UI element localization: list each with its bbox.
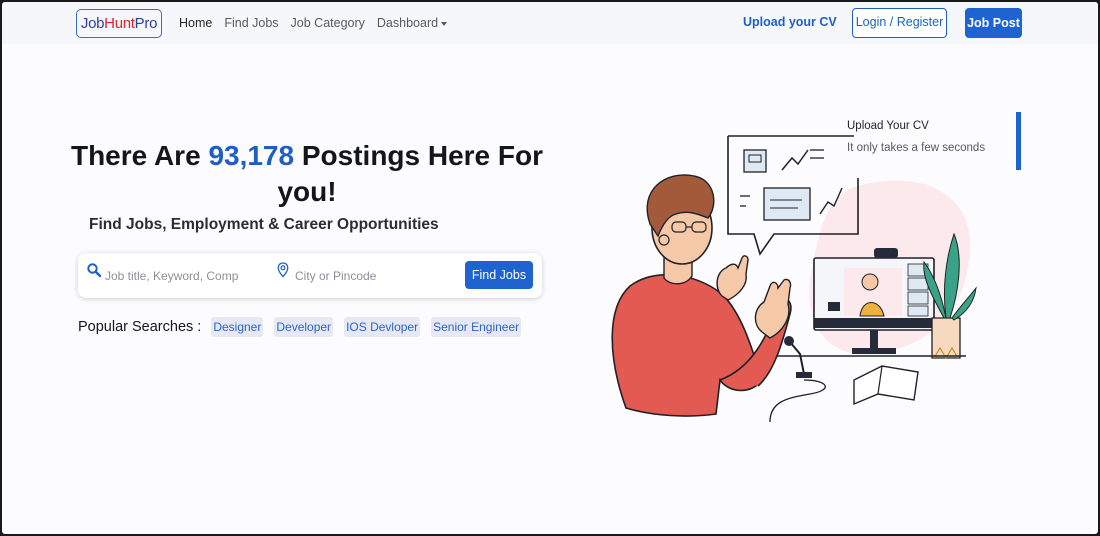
search-icon	[87, 263, 101, 277]
popular-tag-senior-engineer[interactable]: Senior Engineer	[431, 317, 522, 337]
hero-title-prefix: There Are	[70, 140, 209, 171]
nav-home[interactable]: Home	[179, 16, 212, 30]
hero-illustration	[611, 135, 977, 423]
popular-tag-designer[interactable]: Designer	[211, 317, 264, 337]
location-input[interactable]	[295, 266, 455, 286]
nav-dashboard-label: Dashboard	[376, 16, 439, 30]
keyword-search-input[interactable]	[105, 266, 239, 286]
popular-tag-developer[interactable]: Developer	[274, 317, 334, 337]
browser-viewport: JobHuntPro Home Find Jobs Job Category D…	[2, 2, 1098, 534]
nav-job-category[interactable]: Job Category	[291, 16, 365, 30]
nav-links: Home Find Jobs Job Category Dashboard	[179, 2, 448, 44]
login-register-button[interactable]: Login / Register	[852, 8, 947, 38]
logo-text-pro: Pro	[134, 15, 158, 32]
popular-searches-label: Popular Searches :	[78, 319, 202, 335]
logo-text-job: Job	[80, 15, 105, 32]
job-search-bar: Find Jobs	[78, 253, 542, 298]
popular-tag-ios-developer[interactable]: IOS Devloper	[344, 317, 421, 337]
popular-searches: Popular Searches : Designer Developer IO…	[78, 317, 532, 337]
upload-cv-accent-bar	[1016, 112, 1021, 170]
site-logo[interactable]: JobHuntPro	[76, 9, 162, 38]
hero-subtitle: Find Jobs, Employment & Career Opportuni…	[89, 216, 439, 233]
hero-title-suffix: Postings Here For you!	[277, 140, 544, 207]
job-post-button[interactable]: Job Post	[965, 8, 1022, 38]
upload-cv-card-subtitle: It only takes a few seconds	[847, 142, 986, 154]
upload-cv-link[interactable]: Upload your CV	[743, 15, 837, 29]
hero-title: There Are 93,178 Postings Here For you!	[62, 138, 552, 210]
postings-count: 93,178	[208, 140, 295, 171]
location-pin-icon	[277, 262, 289, 278]
top-navbar: JobHuntPro Home Find Jobs Job Category D…	[2, 2, 1098, 44]
nav-find-jobs[interactable]: Find Jobs	[224, 16, 278, 30]
logo-text-hunt: Hunt	[104, 15, 135, 32]
upload-cv-card-title: Upload Your CV	[847, 120, 929, 132]
nav-dashboard-dropdown[interactable]: Dashboard	[376, 16, 448, 30]
find-jobs-button[interactable]: Find Jobs	[465, 261, 533, 289]
caret-down-icon	[441, 21, 448, 26]
